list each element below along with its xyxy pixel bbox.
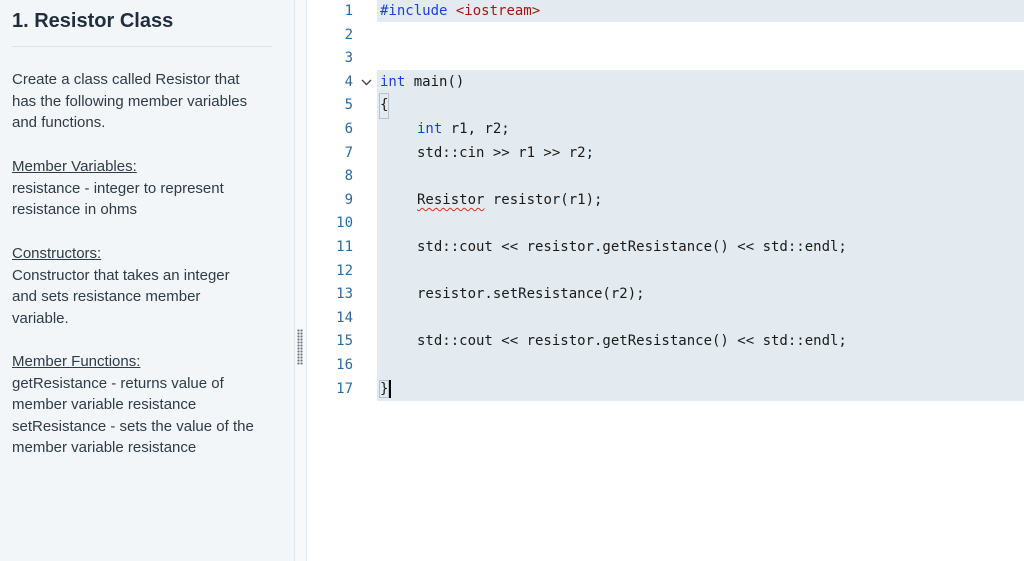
- intro-line: and functions.: [12, 114, 106, 131]
- include-header: <iostream>: [455, 3, 541, 19]
- member-variables-line: resistance in ohms: [12, 201, 138, 218]
- line-number: 9: [344, 191, 353, 208]
- instructions-panel: 1. Resistor Class Create a class called …: [0, 0, 295, 561]
- member-functions-section: Member Functions: getResistance - return…: [12, 351, 282, 459]
- code-line[interactable]: 5 {: [307, 93, 1024, 119]
- line-number: 8: [344, 168, 353, 185]
- line-number: 16: [336, 357, 353, 373]
- code-editor[interactable]: 1 #include <iostream> 2 3 4 int main() 5…: [307, 0, 1024, 561]
- member-variables-heading: Member Variables:: [12, 158, 137, 175]
- line-number: 5: [344, 97, 353, 114]
- line-number: 3: [344, 50, 353, 67]
- code-line[interactable]: 3: [307, 47, 1024, 71]
- intro-line: has the following member variables: [12, 92, 248, 110]
- keyword-int: int: [417, 121, 443, 137]
- error-squiggle-class-name[interactable]: Resistor: [417, 192, 484, 208]
- code-line[interactable]: 16: [307, 354, 1024, 378]
- constructors-line: Constructor that takes an integer: [12, 266, 230, 284]
- constructors-line: and sets resistance member: [12, 288, 201, 305]
- code-text: main(): [405, 73, 465, 90]
- member-functions-line: getResistance - returns value of: [12, 374, 224, 392]
- title-divider: [12, 46, 272, 47]
- line-number: 11: [336, 239, 353, 255]
- code-line[interactable]: 7 std::cin >> r1 >> r2;: [307, 142, 1024, 166]
- intro-text: Create a class called Resistor that has …: [12, 69, 282, 134]
- line-number: 1: [344, 3, 353, 19]
- member-variables-section: Member Variables: resistance - integer t…: [12, 156, 282, 221]
- code-text: r1, r2;: [442, 121, 510, 137]
- drag-grip-icon[interactable]: [297, 329, 303, 365]
- member-functions-line: member variable resistance: [12, 396, 197, 413]
- code-line[interactable]: 1 #include <iostream>: [307, 0, 1024, 24]
- include-directive: #include: [380, 3, 448, 19]
- text-cursor: [389, 379, 391, 398]
- line-number: 15: [336, 333, 353, 350]
- member-functions-line: setResistance - sets the value of the: [12, 417, 254, 435]
- line-number: 6: [344, 121, 353, 137]
- panel-resize-handle[interactable]: [295, 0, 307, 561]
- code-text: std::cin >> r1 >> r2;: [417, 144, 595, 161]
- line-number: 17: [336, 380, 353, 397]
- code-line[interactable]: 4 int main(): [307, 71, 1024, 95]
- code-line[interactable]: 17 }: [307, 378, 1024, 402]
- code-line[interactable]: 9 Resistor resistor(r1);: [307, 189, 1024, 213]
- code-text: resistor(r1);: [484, 191, 603, 208]
- keyword-int: int: [380, 73, 406, 90]
- member-functions-line: member variable resistance: [12, 439, 197, 456]
- code-line[interactable]: 14: [307, 307, 1024, 331]
- line-number: 14: [336, 309, 353, 326]
- code-text: std::cout << resistor.getResistance() <<…: [417, 333, 847, 350]
- page-title: 1. Resistor Class: [12, 10, 174, 32]
- code-line[interactable]: 10: [307, 212, 1024, 236]
- code-line[interactable]: 13 resistor.setResistance(r2);: [307, 283, 1024, 307]
- code-text: std::cout << resistor.getResistance() <<…: [417, 239, 847, 255]
- constructors-heading: Constructors:: [12, 245, 102, 262]
- code-line[interactable]: 11 std::cout << resistor.getResistance()…: [307, 236, 1024, 260]
- code-line[interactable]: 15 std::cout << resistor.getResistance()…: [307, 330, 1024, 354]
- line-number: 4: [344, 73, 353, 90]
- member-variables-line: resistance - integer to represent: [12, 179, 224, 197]
- intro-line: Create a class called Resistor that: [12, 71, 240, 88]
- constructors-line: variable.: [12, 309, 69, 327]
- code-line[interactable]: 6 int r1, r2;: [307, 118, 1024, 142]
- line-number: 13: [336, 286, 353, 303]
- constructors-section: Constructors: Constructor that takes an …: [12, 243, 282, 329]
- line-number: 10: [336, 215, 353, 232]
- member-functions-heading: Member Functions:: [12, 353, 141, 370]
- line-number: 2: [344, 26, 353, 43]
- line-number: 12: [336, 262, 353, 279]
- code-line[interactable]: 8: [307, 165, 1024, 189]
- line-number: 7: [344, 144, 353, 161]
- close-brace: }: [378, 379, 390, 398]
- code-text: resistor.setResistance(r2);: [417, 286, 645, 303]
- open-brace: {: [378, 93, 390, 119]
- code-line[interactable]: 12: [307, 260, 1024, 284]
- code-line[interactable]: 2: [307, 24, 1024, 48]
